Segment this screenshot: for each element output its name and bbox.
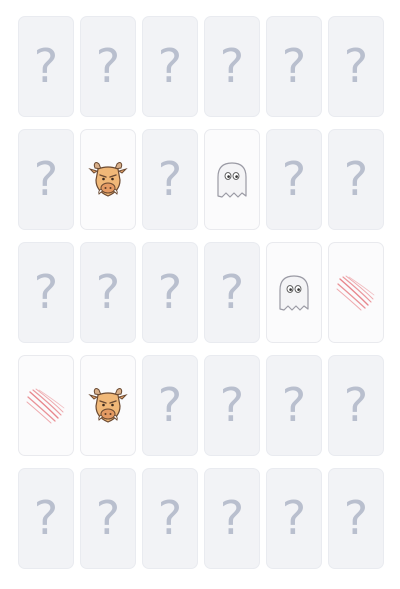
card-r1-c3[interactable]: ? bbox=[142, 16, 198, 117]
question-mark: ? bbox=[219, 377, 245, 432]
card-r4-c3[interactable]: ? bbox=[142, 355, 198, 456]
card-r4-c6[interactable]: ? bbox=[328, 355, 384, 456]
question-mark: ? bbox=[157, 264, 183, 319]
card-r4-c2[interactable] bbox=[80, 355, 136, 456]
card-r3-c2[interactable]: ? bbox=[80, 242, 136, 343]
question-mark: ? bbox=[281, 377, 307, 432]
boar-icon bbox=[88, 387, 128, 423]
boar-icon bbox=[88, 161, 128, 197]
question-mark: ? bbox=[343, 151, 369, 206]
question-mark: ? bbox=[281, 490, 307, 545]
card-r4-c5[interactable]: ? bbox=[266, 355, 322, 456]
claw-scratch-icon bbox=[336, 275, 375, 310]
question-mark: ? bbox=[343, 377, 369, 432]
question-mark: ? bbox=[33, 38, 59, 93]
question-mark: ? bbox=[33, 264, 59, 319]
card-r2-c6[interactable]: ? bbox=[328, 129, 384, 230]
card-r2-c3[interactable]: ? bbox=[142, 129, 198, 230]
card-r4-c4[interactable]: ? bbox=[204, 355, 260, 456]
card-r3-c3[interactable]: ? bbox=[142, 242, 198, 343]
card-r1-c1[interactable]: ? bbox=[18, 16, 74, 117]
card-r3-c5[interactable] bbox=[266, 242, 322, 343]
card-r5-c4[interactable]: ? bbox=[204, 468, 260, 569]
question-mark: ? bbox=[33, 151, 59, 206]
question-mark: ? bbox=[281, 38, 307, 93]
card-r3-c6[interactable] bbox=[328, 242, 384, 343]
card-r1-c2[interactable]: ? bbox=[80, 16, 136, 117]
card-r2-c4[interactable] bbox=[204, 129, 260, 230]
question-mark: ? bbox=[95, 38, 121, 93]
memory-game-board: ??????? ? ?????? ? ? ? ? ? ? ? ? ? ? bbox=[18, 16, 384, 569]
card-r3-c4[interactable]: ? bbox=[204, 242, 260, 343]
ghost-icon bbox=[279, 274, 309, 311]
card-r2-c2[interactable] bbox=[80, 129, 136, 230]
card-r1-c6[interactable]: ? bbox=[328, 16, 384, 117]
question-mark: ? bbox=[219, 38, 245, 93]
card-r5-c3[interactable]: ? bbox=[142, 468, 198, 569]
card-r5-c1[interactable]: ? bbox=[18, 468, 74, 569]
question-mark: ? bbox=[157, 151, 183, 206]
question-mark: ? bbox=[95, 264, 121, 319]
card-r1-c4[interactable]: ? bbox=[204, 16, 260, 117]
question-mark: ? bbox=[281, 151, 307, 206]
question-mark: ? bbox=[343, 490, 369, 545]
question-mark: ? bbox=[33, 490, 59, 545]
question-mark: ? bbox=[157, 377, 183, 432]
question-mark: ? bbox=[157, 38, 183, 93]
question-mark: ? bbox=[219, 490, 245, 545]
card-r3-c1[interactable]: ? bbox=[18, 242, 74, 343]
question-mark: ? bbox=[95, 490, 121, 545]
question-mark: ? bbox=[219, 264, 245, 319]
claw-scratch-icon bbox=[26, 388, 65, 423]
card-r5-c5[interactable]: ? bbox=[266, 468, 322, 569]
ghost-icon bbox=[217, 161, 247, 198]
card-r5-c6[interactable]: ? bbox=[328, 468, 384, 569]
question-mark: ? bbox=[157, 490, 183, 545]
card-r2-c1[interactable]: ? bbox=[18, 129, 74, 230]
card-r5-c2[interactable]: ? bbox=[80, 468, 136, 569]
card-r4-c1[interactable] bbox=[18, 355, 74, 456]
card-r1-c5[interactable]: ? bbox=[266, 16, 322, 117]
card-r2-c5[interactable]: ? bbox=[266, 129, 322, 230]
question-mark: ? bbox=[343, 38, 369, 93]
